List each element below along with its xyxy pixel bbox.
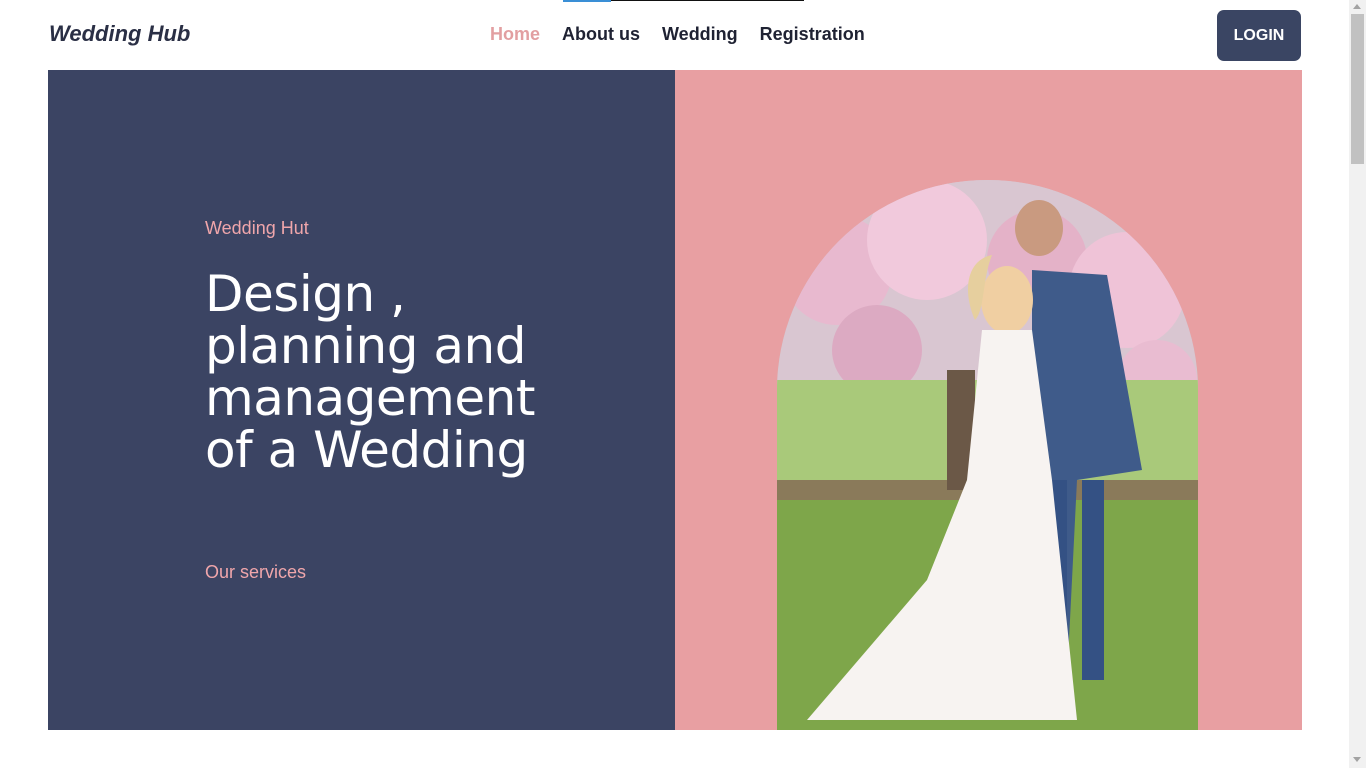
hero-eyebrow: Wedding Hut [205,218,309,238]
nav-link-wedding[interactable]: Wedding [662,24,738,45]
page: Wedding Hub Home About us Wedding Regist… [0,0,1366,768]
login-button[interactable]: LOGIN [1217,10,1301,61]
scroll-down-arrow-icon[interactable] [1353,757,1361,762]
photo-illustration [777,180,1198,730]
scroll-thumb[interactable] [1351,14,1364,164]
page-scrollbar[interactable] [1349,0,1366,768]
nav-link-registration[interactable]: Registration [760,24,865,45]
bride-and-groom-photo [777,180,1198,730]
nav-link-about-us[interactable]: About us [562,24,640,45]
nav-indicator-active [563,0,611,2]
hero-text-panel: Wedding Hut Design , planning and manage… [48,70,675,730]
hero-image-panel [675,70,1302,730]
scroll-up-arrow-icon[interactable] [1353,4,1361,9]
site-logo[interactable]: Wedding Hub [49,21,190,47]
main-nav: Home About us Wedding Registration [490,24,865,45]
site-header: Wedding Hub Home About us Wedding Regist… [0,0,1349,70]
nav-indicator [563,0,804,2]
nav-link-home[interactable]: Home [490,24,540,45]
hero-headline: Design , planning and management of a We… [205,265,535,479]
our-services-link[interactable]: Our services [205,562,306,583]
